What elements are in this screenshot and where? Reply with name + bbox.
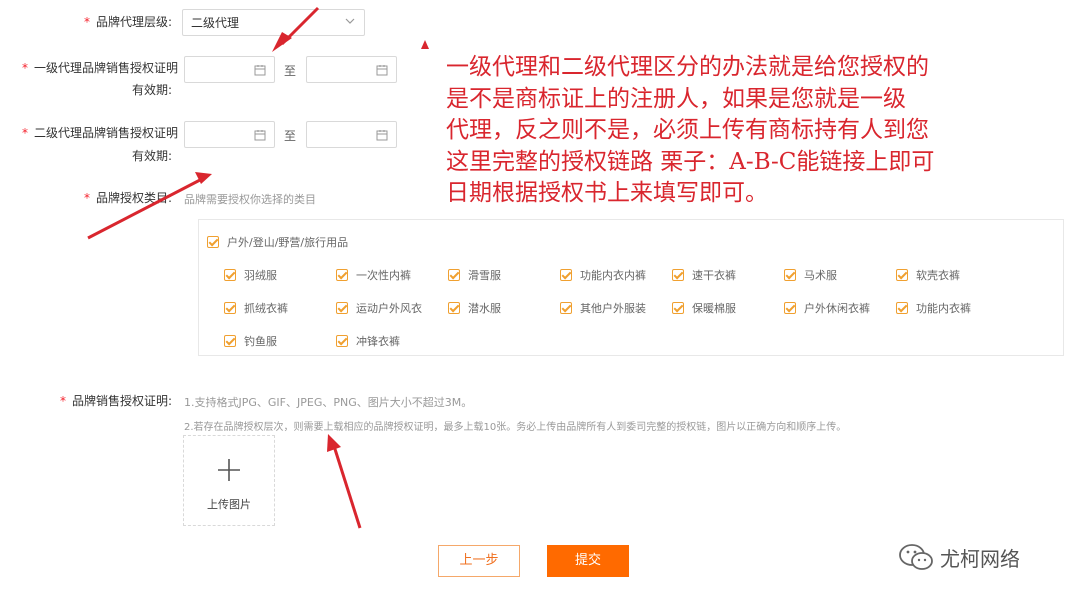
upload-image-button[interactable]: 上传图片	[183, 435, 275, 526]
category-item-label: 功能内衣裤	[916, 302, 971, 315]
checkbox-checked-icon	[896, 302, 908, 314]
category-item-label: 运动户外风衣	[356, 302, 422, 315]
category-item-label: 速干衣裤	[692, 269, 736, 282]
checkbox-checked-icon	[560, 269, 572, 281]
second-cert-label-line1: 二级代理品牌销售授权证明	[33, 126, 178, 140]
checkbox-checked-icon	[784, 269, 796, 281]
sales-cert-hint-2: 2.若存在品牌授权层次，则需要上载相应的品牌授权证明，最多上载10张。务必上传由…	[184, 422, 847, 433]
category-item-label: 一次性内裤	[356, 269, 411, 282]
calendar-icon	[376, 130, 388, 141]
category-checkbox-item[interactable]: 马术服	[784, 267, 837, 283]
second-cert-to: 至	[284, 129, 297, 143]
agent-level-value: 二级代理	[191, 16, 240, 30]
checkbox-checked-icon	[224, 269, 236, 281]
checkbox-checked-icon	[207, 236, 219, 248]
calendar-icon	[376, 65, 388, 76]
first-cert-label-line1: 一级代理品牌销售授权证明	[33, 61, 178, 75]
category-checkbox-item[interactable]: 抓绒衣裤	[224, 300, 288, 316]
category-item-label: 马术服	[804, 269, 837, 282]
category-item-label: 其他户外服装	[580, 302, 646, 315]
checkbox-checked-icon	[448, 302, 460, 314]
agent-level-select[interactable]: 二级代理	[182, 9, 365, 36]
category-checkbox-item[interactable]: 羽绒服	[224, 267, 277, 283]
category-parent-checkbox[interactable]: 户外/登山/野营/旅行用品	[207, 234, 348, 250]
checkbox-checked-icon	[784, 302, 796, 314]
checkbox-checked-icon	[896, 269, 908, 281]
category-checkbox-item[interactable]: 户外休闲衣裤	[784, 300, 870, 316]
category-checkbox-item[interactable]: 软壳衣裤	[896, 267, 960, 283]
first-cert-to: 至	[284, 64, 297, 78]
category-checkbox-item[interactable]: 功能内衣内裤	[560, 267, 646, 283]
calendar-icon	[254, 65, 266, 76]
first-cert-label: * 一级代理品牌销售授权证明	[21, 61, 178, 75]
agent-level-label: * 品牌代理层级:	[83, 15, 172, 29]
checkbox-checked-icon	[672, 302, 684, 314]
category-item-label: 钓鱼服	[244, 335, 277, 348]
category-parent-label: 户外/登山/野营/旅行用品	[227, 236, 349, 249]
checkbox-checked-icon	[336, 269, 348, 281]
prev-step-button[interactable]: 上一步	[438, 545, 520, 577]
category-item-label: 软壳衣裤	[916, 269, 960, 282]
sales-cert-hint-1: 1.支持格式JPG、GIF、JPEG、PNG、图片大小不超过3M。	[184, 396, 473, 409]
checkbox-checked-icon	[672, 269, 684, 281]
annotation-text: 一级代理和二级代理区分的办法就是给您授权的 是不是商标证上的注册人，如果是您就是…	[446, 54, 935, 206]
category-checkbox-item[interactable]: 其他户外服装	[560, 300, 646, 316]
second-cert-label: * 二级代理品牌销售授权证明	[21, 126, 178, 140]
category-item-label: 滑雪服	[468, 269, 501, 282]
category-item-label: 保暖棉服	[692, 302, 736, 315]
category-label: * 品牌授权类目:	[83, 191, 172, 205]
category-checkbox-item[interactable]: 冲锋衣裤	[336, 333, 400, 349]
sales-cert-label-text: 品牌销售授权证明:	[71, 394, 172, 408]
second-cert-end-date[interactable]	[306, 121, 397, 148]
category-item-label: 冲锋衣裤	[356, 335, 400, 348]
category-item-label: 抓绒衣裤	[244, 302, 288, 315]
chevron-down-icon	[345, 18, 355, 24]
checkbox-checked-icon	[336, 302, 348, 314]
calendar-icon	[254, 130, 266, 141]
category-label-text: 品牌授权类目:	[95, 191, 172, 205]
category-checkbox-item[interactable]: 运动户外风衣	[336, 300, 422, 316]
second-cert-label-line2: 有效期:	[131, 149, 172, 163]
category-checkbox-item[interactable]: 钓鱼服	[224, 333, 277, 349]
second-cert-start-date[interactable]	[184, 121, 275, 148]
category-checkbox-item[interactable]: 一次性内裤	[336, 267, 411, 283]
checkbox-checked-icon	[336, 335, 348, 347]
first-cert-end-date[interactable]	[306, 56, 397, 83]
category-checkbox-item[interactable]: 功能内衣裤	[896, 300, 971, 316]
category-checkbox-item[interactable]: 滑雪服	[448, 267, 501, 283]
checkbox-checked-icon	[560, 302, 572, 314]
category-item-label: 户外休闲衣裤	[804, 302, 870, 315]
arrow-3	[332, 445, 362, 529]
checkbox-checked-icon	[224, 335, 236, 347]
watermark: 尤柯网络	[898, 540, 1058, 574]
plus-icon	[218, 459, 240, 481]
category-checkbox-item[interactable]: 潜水服	[448, 300, 501, 316]
wechat-icon	[899, 544, 933, 570]
sales-cert-label: * 品牌销售授权证明:	[59, 394, 172, 408]
arrow-3-head	[327, 434, 341, 452]
arrow-2-head	[195, 172, 212, 184]
category-hint: 品牌需要授权你选择的类目	[184, 193, 316, 206]
arrow-marker-top	[421, 40, 429, 49]
category-item-label: 功能内衣内裤	[580, 269, 646, 282]
watermark-text: 尤柯网络	[940, 547, 1020, 571]
category-checkbox-item[interactable]: 保暖棉服	[672, 300, 736, 316]
category-item-label: 羽绒服	[244, 269, 277, 282]
submit-button[interactable]: 提交	[547, 545, 629, 577]
first-cert-start-date[interactable]	[184, 56, 275, 83]
first-cert-label-line2: 有效期:	[131, 83, 172, 97]
agent-level-label-text: 品牌代理层级:	[95, 15, 172, 29]
checkbox-checked-icon	[448, 269, 460, 281]
category-checkbox-item[interactable]: 速干衣裤	[672, 267, 736, 283]
category-item-label: 潜水服	[468, 302, 501, 315]
checkbox-checked-icon	[224, 302, 236, 314]
upload-image-label: 上传图片	[207, 498, 251, 511]
